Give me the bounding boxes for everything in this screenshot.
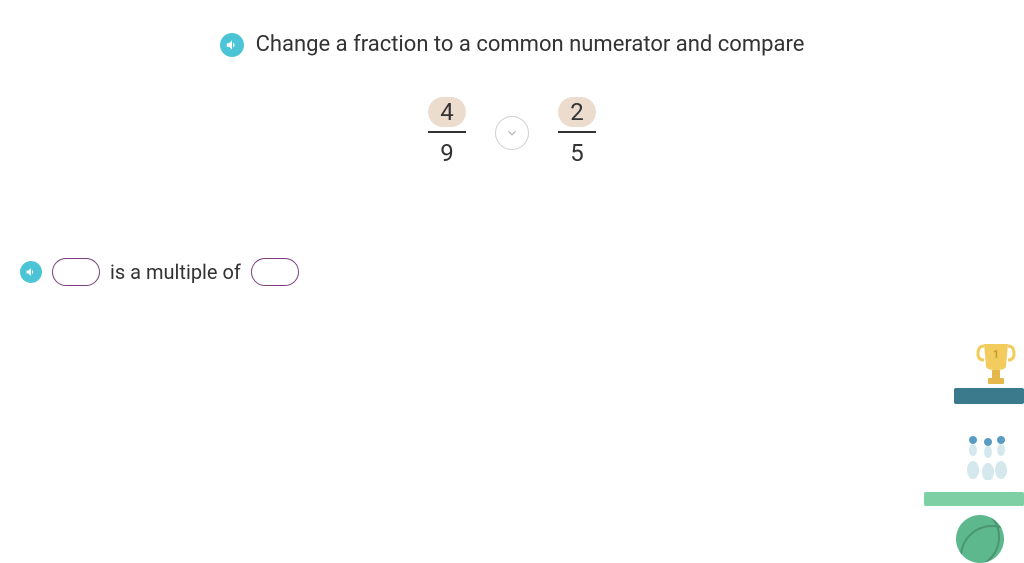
fraction-1: 4 9 <box>427 97 467 169</box>
speaker-icon <box>225 38 239 52</box>
comparison-selector[interactable] <box>495 116 529 150</box>
fraction-1-denominator: 9 <box>440 137 454 169</box>
header-row: Change a fraction to a common numerator … <box>0 0 1024 57</box>
input-multiple-right[interactable] <box>251 258 299 286</box>
shelf-top <box>954 388 1024 404</box>
bowling-pins-icon <box>963 430 1008 480</box>
input-multiple-left[interactable] <box>52 258 100 286</box>
svg-text:1: 1 <box>993 348 999 361</box>
fraction-2-denominator: 5 <box>570 137 584 169</box>
fraction-bar <box>428 131 466 133</box>
trophy-icon: 1 <box>976 340 1016 385</box>
statement-text: is a multiple of <box>110 260 241 284</box>
audio-button-statement[interactable] <box>20 261 42 283</box>
fraction-2-numerator: 2 <box>558 97 596 127</box>
fraction-bar <box>558 131 596 133</box>
shelf-middle <box>924 492 1024 506</box>
fraction-2: 2 5 <box>557 97 597 169</box>
decoration-sidebar: 1 <box>894 340 1024 560</box>
page-title: Change a fraction to a common numerator … <box>256 32 805 57</box>
basketball-icon <box>956 515 1004 563</box>
statement-row: is a multiple of <box>20 258 299 286</box>
chevron-down-icon <box>505 126 519 140</box>
fractions-row: 4 9 2 5 <box>0 97 1024 169</box>
fraction-1-numerator: 4 <box>428 97 466 127</box>
audio-button-title[interactable] <box>220 33 244 57</box>
speaker-icon <box>25 266 37 278</box>
